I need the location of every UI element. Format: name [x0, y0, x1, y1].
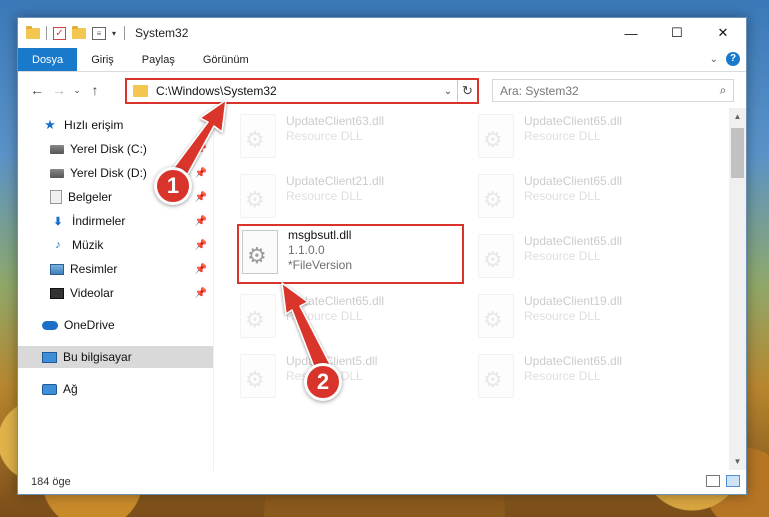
title-bar: ✓ ≡ ▾ System32 — ☐ ✕ — [18, 18, 746, 48]
maximize-button[interactable]: ☐ — [654, 18, 700, 48]
sidebar-item-local-disk-c[interactable]: Yerel Disk (C:) 📌 — [18, 138, 213, 160]
file-item[interactable]: UpdateClient63.dllResource DLL — [218, 108, 448, 164]
dll-file-icon — [478, 294, 514, 338]
documents-icon — [50, 190, 62, 204]
this-pc-icon — [42, 351, 57, 363]
scrollbar-thumb[interactable] — [731, 128, 744, 178]
rename-icon[interactable]: ≡ — [92, 26, 106, 40]
pin-icon[interactable]: 📌 — [195, 192, 207, 203]
network-icon — [42, 383, 57, 395]
dll-file-icon — [478, 174, 514, 218]
ribbon-tabs: Dosya Giriş Paylaş Görünüm ⌄ ? — [18, 48, 746, 72]
sidebar-item-network[interactable]: Ağ — [18, 378, 213, 400]
dll-file-icon — [240, 354, 276, 398]
download-icon: ⬇ — [53, 215, 63, 228]
scroll-down-icon[interactable]: ▼ — [729, 453, 746, 470]
dll-file-icon — [240, 174, 276, 218]
dll-file-icon — [478, 234, 514, 278]
window-title: System32 — [135, 26, 189, 40]
pin-icon[interactable]: 📌 — [195, 144, 207, 155]
dll-file-icon — [240, 114, 276, 158]
file-item[interactable]: UpdateClient21.dllResource DLL — [218, 168, 448, 224]
drive-icon — [50, 144, 64, 154]
customize-toolbar-icon[interactable]: ▾ — [112, 29, 116, 38]
tab-dosya[interactable]: Dosya — [18, 48, 78, 71]
navigation-pane: ★ Hızlı erişim Yerel Disk (C:) 📌 Yerel D… — [18, 114, 213, 464]
pin-icon[interactable]: 📌 — [195, 168, 207, 179]
properties-check-icon[interactable]: ✓ — [53, 26, 66, 40]
forward-button[interactable]: → — [48, 82, 70, 98]
details-view-icon[interactable] — [706, 475, 720, 487]
window-controls: — ☐ ✕ — [608, 18, 746, 48]
file-item[interactable]: UpdateClient65.dllResource DLL — [456, 228, 686, 284]
sidebar-item-downloads[interactable]: ⬇ İndirmeler 📌 — [18, 210, 213, 232]
sidebar-item-quick-access[interactable]: ★ Hızlı erişim — [18, 114, 213, 136]
recent-locations-button[interactable]: ⌄ — [70, 85, 84, 96]
search-icon: ⌕ — [719, 83, 727, 97]
file-item-msgbsutl[interactable]: msgbsutl.dll 1.1.0.0 *FileVersion — [237, 224, 464, 284]
drive-icon — [50, 168, 64, 178]
minimize-button[interactable]: — — [608, 18, 654, 48]
file-item[interactable]: UpdateClient19.dllResource DLL — [456, 288, 686, 344]
refresh-icon[interactable]: ↻ — [457, 80, 477, 102]
dll-file-icon — [240, 294, 276, 338]
dll-file-icon — [242, 230, 278, 274]
search-box[interactable]: Ara: System32 ⌕ — [492, 79, 734, 102]
address-path[interactable]: C:\Windows\System32 — [156, 84, 439, 98]
quick-access-toolbar: ✓ ≡ ▾ — [18, 25, 116, 40]
pin-icon[interactable]: 📌 — [195, 216, 207, 227]
expand-ribbon-icon[interactable]: ⌄ — [710, 54, 718, 65]
sidebar-item-music[interactable]: ♪ Müzik 📌 — [18, 234, 213, 256]
vertical-scrollbar[interactable]: ▲ ▼ — [729, 108, 746, 470]
folder-icon — [26, 25, 40, 39]
scroll-up-icon[interactable]: ▲ — [729, 108, 746, 125]
large-icons-view-icon[interactable] — [726, 475, 740, 487]
chevron-down-icon[interactable]: ⌄ — [439, 86, 457, 97]
up-button[interactable]: ↑ — [84, 82, 106, 98]
help-icon[interactable]: ? — [726, 52, 740, 66]
new-folder-icon[interactable] — [72, 25, 86, 39]
file-item[interactable]: UpdateClient65.dllResource DLL — [218, 288, 448, 344]
sidebar-item-videos[interactable]: Videolar 📌 — [18, 282, 213, 304]
item-count: 184 öge — [31, 476, 71, 488]
status-bar: 184 öge — [18, 470, 746, 494]
address-bar[interactable]: C:\Windows\System32 ⌄ ↻ — [125, 78, 479, 104]
sidebar-item-onedrive[interactable]: OneDrive — [18, 314, 213, 336]
sidebar-item-pictures[interactable]: Resimler 📌 — [18, 258, 213, 280]
explorer-window: ✓ ≡ ▾ System32 — ☐ ✕ Dosya Giriş Paylaş … — [17, 17, 747, 495]
search-input[interactable]: Ara: System32 — [500, 84, 713, 98]
onedrive-icon — [42, 320, 58, 330]
dll-file-icon — [478, 354, 514, 398]
navigation-bar: ← → ⌄ ↑ C:\Windows\System32 ⌄ ↻ Ara: Sys… — [18, 74, 746, 106]
pin-icon[interactable]: 📌 — [195, 240, 207, 251]
file-item[interactable]: UpdateClient65.dllResource DLL — [456, 168, 686, 224]
tab-gorunum[interactable]: Görünüm — [189, 48, 263, 71]
star-icon: ★ — [44, 117, 56, 132]
music-icon: ♪ — [55, 239, 61, 251]
pin-icon[interactable]: 📌 — [195, 288, 207, 299]
pictures-icon — [50, 263, 64, 275]
file-list: UpdateClient63.dllResource DLL UpdateCli… — [218, 108, 730, 470]
folder-icon — [133, 85, 148, 97]
pin-icon[interactable]: 📌 — [195, 264, 207, 275]
dll-file-icon — [478, 114, 514, 158]
sidebar-item-this-pc[interactable]: Bu bilgisayar — [18, 346, 213, 368]
tab-paylas[interactable]: Paylaş — [128, 48, 189, 71]
step-badge-1: 1 — [154, 167, 192, 205]
file-item[interactable]: UpdateClient65.dllResource DLL — [456, 348, 686, 404]
tab-giris[interactable]: Giriş — [77, 48, 128, 71]
back-button[interactable]: ← — [26, 82, 48, 98]
step-badge-2: 2 — [304, 363, 342, 401]
file-item[interactable]: UpdateClient65.dllResource DLL — [456, 108, 686, 164]
close-button[interactable]: ✕ — [700, 18, 746, 48]
videos-icon — [50, 287, 64, 299]
